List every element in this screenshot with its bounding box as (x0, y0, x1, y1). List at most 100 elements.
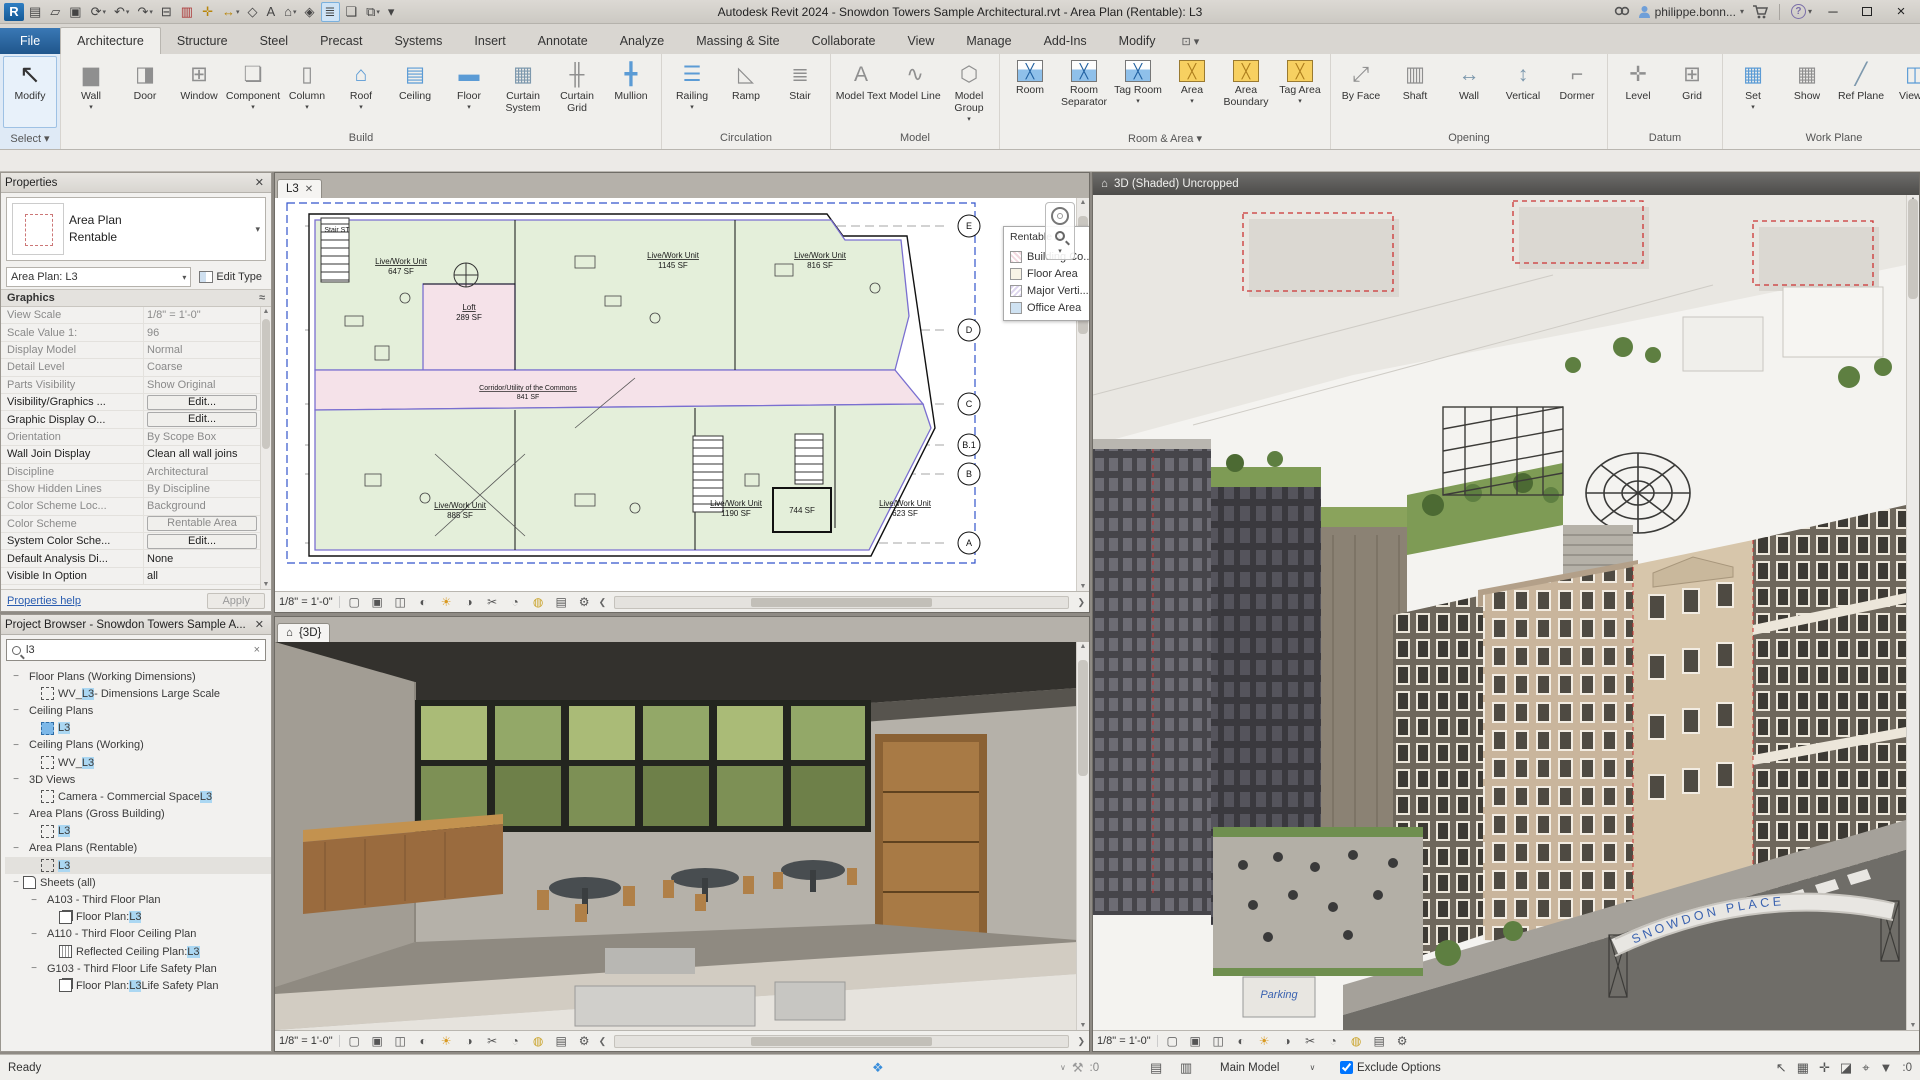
property-row[interactable]: Default Analysis Di... None (1, 550, 260, 568)
ribbon-button[interactable]: ⊞ Window (172, 56, 226, 128)
apply-button[interactable]: Apply (207, 592, 265, 609)
type-selector[interactable]: Area Plan Rentable ▾ (6, 197, 266, 261)
interior-vertical-scrollbar[interactable]: ▲ ▼ (1076, 642, 1089, 1030)
ribbon-button[interactable]: ╳ Room (1003, 56, 1057, 128)
aligned-dimension-icon[interactable]: ↔ ▾ (219, 2, 243, 22)
browser-tree-item[interactable]: − G103 - Third Floor Life Safety Plan (5, 960, 271, 977)
ribbon-button[interactable]: ╳ Tag Room ▾ (1111, 56, 1165, 128)
browser-tree-item[interactable]: − Ceiling Plans (Working) (5, 737, 271, 754)
property-value[interactable]: Normal (143, 341, 260, 359)
browser-tree-item[interactable]: − 3D Views (5, 771, 271, 788)
reveal-hidden-icon[interactable]: ◍ (1348, 1034, 1365, 1048)
select-underlay-icon[interactable]: ▦ (1797, 1060, 1809, 1076)
ribbon-button[interactable]: ▦ Curtain System (496, 56, 550, 128)
browser-tree-item[interactable]: WV_ L3 (5, 754, 271, 771)
browser-tree-item[interactable]: − A103 - Third Floor Plan (5, 891, 271, 908)
ribbon-button[interactable]: ▯ Column ▾ (280, 56, 334, 128)
shadows-icon[interactable]: ◑ (461, 595, 478, 609)
steering-wheel-icon[interactable] (1051, 207, 1069, 225)
property-row[interactable]: Visible In Option all (1, 567, 260, 586)
ribbon-tab[interactable]: File (0, 28, 61, 54)
browser-search-input[interactable]: l3 × (6, 639, 266, 661)
worksharing-display-icon[interactable]: ▤ (553, 595, 570, 609)
revit-logo-icon[interactable]: R (4, 2, 24, 21)
open-icon[interactable]: ▱ (47, 2, 64, 22)
collapse-arrow-icon[interactable]: ❮ (599, 597, 607, 608)
ribbon-tab[interactable]: Modify (1103, 28, 1172, 54)
property-value[interactable]: By Discipline (143, 480, 260, 498)
ribbon-button[interactable]: ⊞ Grid (1665, 56, 1719, 128)
property-row[interactable]: Discipline Architectural (1, 463, 260, 481)
measure-icon[interactable]: ✛ (199, 2, 217, 22)
thin-lines-icon[interactable]: ≣ (320, 1, 341, 22)
browser-tree-item[interactable]: Reflected Ceiling Plan: L3 (5, 943, 271, 960)
ribbon-button[interactable]: ☰ Railing ▾ (665, 56, 719, 128)
exclude-options-toggle[interactable]: Exclude Options (1340, 1055, 1441, 1080)
ribbon-button[interactable]: ╳ Area ▾ (1165, 56, 1219, 128)
ribbon-button[interactable]: ◺ Ramp (719, 56, 773, 128)
ribbon-button[interactable]: ╱ Ref Plane (1834, 56, 1888, 128)
interior-view-tab[interactable]: ⌂ {3D} (277, 623, 331, 642)
exclude-options-checkbox[interactable] (1340, 1061, 1353, 1074)
property-value[interactable]: Coarse (143, 359, 260, 376)
undo-icon[interactable]: ↶ ▾ (111, 2, 132, 22)
scale-button[interactable]: 1/8" = 1'-0" (279, 596, 340, 608)
browser-tree-item[interactable]: Camera - Commercial Space L3 (5, 788, 271, 805)
help-menu[interactable]: ? ▾ (1790, 4, 1812, 19)
property-row[interactable]: System Color Sche... Edit... (1, 533, 260, 551)
visual-style-icon[interactable]: ◐ (1233, 1034, 1250, 1048)
ribbon-button[interactable]: ▦ Set ▾ (1726, 56, 1780, 128)
plan-canvas[interactable]: E D C B.1 B A Stair ST Live/Work Unit 647… (275, 198, 1089, 591)
reveal-hidden-icon[interactable]: ◍ (530, 1034, 547, 1048)
ribbon-tab[interactable]: Manage (950, 28, 1027, 54)
ribbon-button[interactable]: ◨ Door (118, 56, 172, 128)
tree-expander[interactable]: − (29, 895, 39, 906)
property-value[interactable]: Background (143, 498, 260, 515)
active-workset-select[interactable]: Main Model ∨ (1215, 1055, 1320, 1080)
navigation-bar[interactable]: ▾ (1045, 202, 1075, 260)
property-row[interactable]: Parts Visibility Show Original (1, 376, 260, 394)
shaded-vertical-scrollbar[interactable]: ▲▼ (1906, 195, 1919, 1030)
default-3d-view-icon[interactable]: ⌂ ▾ (281, 2, 299, 22)
ribbon-button[interactable]: ❏ Component ▾ (226, 56, 280, 128)
zoom-icon[interactable] (1055, 231, 1065, 241)
tree-expander[interactable]: − (11, 877, 21, 888)
property-row[interactable]: Visibility/Graphics ... Edit... (1, 393, 260, 412)
tag-icon[interactable]: ◇ (244, 2, 261, 22)
modify-panel-indicator[interactable]: ⊡ ▾ (1182, 35, 1200, 54)
worksets-status[interactable]: ∨ ⚒ :0 (1060, 1055, 1099, 1080)
show-crop-icon[interactable]: ▢ (1164, 1034, 1181, 1048)
property-row[interactable]: Detail Level Coarse (1, 359, 260, 377)
worksharing-display-icon[interactable]: ▤ (553, 1034, 570, 1048)
tree-expander[interactable]: − (11, 843, 21, 854)
ribbon-button[interactable]: ↔ Wall (1442, 56, 1496, 128)
view-properties-icon[interactable]: ⚙ (576, 595, 593, 609)
modify-button[interactable]: ↖ Modify (3, 56, 57, 128)
crop-cut-icon[interactable]: ✂ (484, 595, 501, 609)
scale-button[interactable]: 1/8" = 1'-0" (1097, 1035, 1158, 1047)
property-row[interactable]: Color Scheme Loc... Background (1, 498, 260, 516)
view-properties-icon[interactable]: ⚙ (1394, 1034, 1411, 1048)
property-value[interactable]: Edit... (143, 393, 260, 411)
browser-tree-item[interactable]: Floor Plan: L3 (5, 909, 271, 926)
sun-path-icon[interactable]: ☀ (1256, 1034, 1273, 1048)
scale-button[interactable]: 1/8" = 1'-0" (279, 1035, 340, 1047)
ribbon-button[interactable]: ◫Viewer (1888, 56, 1920, 128)
property-row[interactable]: View Scale 1/8" = 1'-0" (1, 307, 260, 325)
design-options-icon[interactable]: ▥ (1180, 1055, 1192, 1080)
property-value[interactable]: Show Original (143, 376, 260, 393)
element-selector[interactable]: Area Plan: L3 ▾ (6, 267, 192, 287)
select-pinned-icon[interactable]: ✛ (1819, 1060, 1830, 1076)
ribbon-tab[interactable]: Structure (161, 28, 244, 54)
property-value[interactable]: Architectural (143, 463, 260, 480)
crop-view-icon[interactable]: ▣ (369, 1034, 386, 1048)
property-value[interactable]: all (143, 567, 260, 585)
scroll-right-icon[interactable]: ❯ (1077, 1036, 1085, 1047)
ribbon-button[interactable]: ⌐ Dormer (1550, 56, 1604, 128)
scroll-right-icon[interactable]: ❯ (1077, 597, 1085, 608)
edit-type-button[interactable]: Edit Type (195, 269, 266, 285)
tree-expander[interactable]: − (11, 705, 21, 716)
worksharing-display-icon[interactable]: ▤ (1371, 1034, 1388, 1048)
close-inactive-icon[interactable]: ❏ (342, 2, 361, 22)
workset-dialog-icon[interactable]: ▤ (1150, 1055, 1162, 1080)
